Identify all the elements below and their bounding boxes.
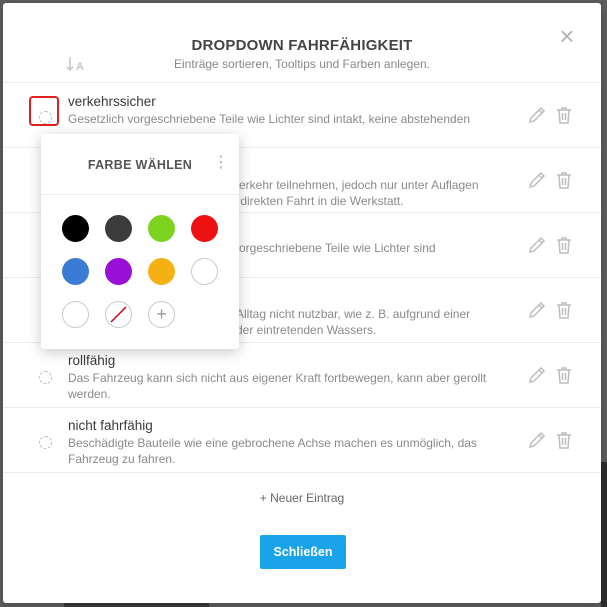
pencil-icon[interactable] <box>527 235 547 255</box>
entry-label: nicht fahrfähig <box>68 418 153 433</box>
dialog-title: DROPDOWN FAHRFÄHIGKEIT <box>191 37 413 54</box>
pencil-icon[interactable] <box>527 300 547 320</box>
swatch-blue[interactable] <box>62 258 89 285</box>
entry-desc: Alltag nicht nutzbar, wie z. B. aufgrund… <box>236 306 506 338</box>
entry-desc-text: Alltag nicht nutzbar, wie z. B. aufgrund… <box>236 307 471 337</box>
pencil-icon[interactable] <box>527 105 547 125</box>
entry-desc: Das Fahrzeug kann sich nicht aus eigener… <box>68 371 487 401</box>
no-color-icon[interactable] <box>105 301 132 328</box>
close-button[interactable]: Schließen <box>260 535 346 569</box>
dropdown-dialog: × DROPDOWN FAHRFÄHIGKEIT Einträge sortie… <box>3 3 601 603</box>
swatch-white-2[interactable] <box>62 301 89 328</box>
entry-desc: verkehr teilnehmen, jedoch nur unter Auf… <box>233 177 503 209</box>
color-radio[interactable] <box>39 371 52 384</box>
color-radio[interactable] <box>39 436 52 449</box>
add-color-button[interactable]: + <box>148 301 175 328</box>
plus-icon: + <box>156 304 167 324</box>
swatch-orange[interactable] <box>148 258 175 285</box>
entry-desc: Gesetzlich vorgeschriebene Teile wie Lic… <box>68 112 471 126</box>
list-item: nicht fahrfähig Beschädigte Bauteile wie… <box>3 408 601 473</box>
entry-desc: Beschädigte Bauteile wie eine gebrochene… <box>68 436 477 466</box>
swatch-purple[interactable] <box>105 258 132 285</box>
trash-icon[interactable] <box>554 235 574 255</box>
pencil-icon[interactable] <box>527 365 547 385</box>
pencil-icon[interactable] <box>527 170 547 190</box>
no-color-slash <box>110 306 127 323</box>
pencil-icon[interactable] <box>527 430 547 450</box>
kebab-menu-icon[interactable]: ⋮ <box>213 155 229 172</box>
trash-icon[interactable] <box>554 430 574 450</box>
entry-desc: vorgeschriebene Teile wie Lichter sind <box>233 241 436 255</box>
svg-text:A: A <box>76 61 84 73</box>
swatch-black[interactable] <box>62 215 89 242</box>
swatch-white[interactable] <box>191 258 218 285</box>
selected-radio-highlight <box>29 96 59 126</box>
trash-icon[interactable] <box>554 300 574 320</box>
entry-label: rollfähig <box>68 353 116 368</box>
trash-icon[interactable] <box>554 105 574 125</box>
entry-desc-text: verkehr teilnehmen, jedoch nur unter Auf… <box>233 178 479 208</box>
swatch-green[interactable] <box>148 215 175 242</box>
sort-alpha-icon[interactable]: A <box>66 55 88 73</box>
dialog-subtitle: Einträge sortieren, Tooltips und Farben … <box>174 57 430 71</box>
swatch-dark-gray[interactable] <box>105 215 132 242</box>
backdrop-strip <box>601 462 607 607</box>
divider <box>41 194 239 195</box>
swatch-red[interactable] <box>191 215 218 242</box>
trash-icon[interactable] <box>554 365 574 385</box>
list-item: rollfähig Das Fahrzeug kann sich nicht a… <box>3 343 601 408</box>
trash-icon[interactable] <box>554 170 574 190</box>
new-entry-link[interactable]: + Neuer Eintrag <box>3 491 601 505</box>
color-picker-popover: FARBE WÄHLEN ⋮ + <box>41 134 239 349</box>
color-picker-title: FARBE WÄHLEN <box>87 158 193 172</box>
entry-label: verkehrssicher <box>68 94 156 109</box>
